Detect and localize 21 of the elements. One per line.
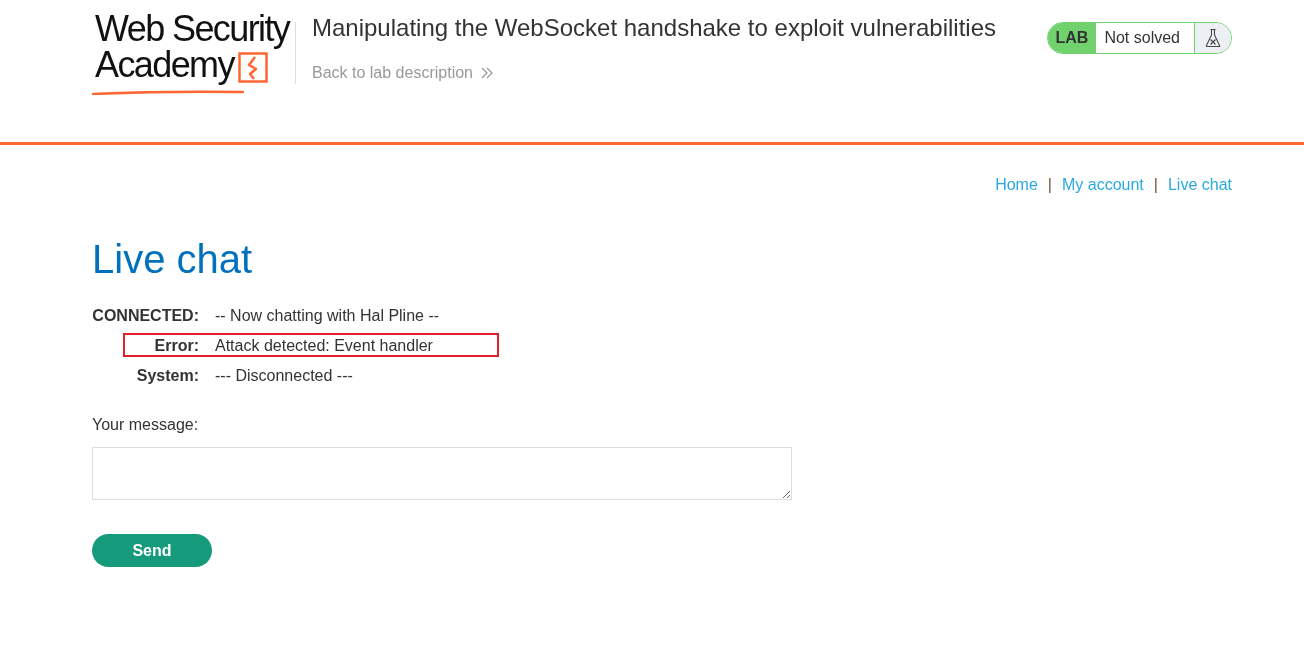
lightning-box-icon — [237, 52, 268, 83]
nav-link[interactable]: Home — [995, 173, 1038, 197]
chat-message: --- Disconnected --- — [215, 366, 353, 386]
chat-sender: Error: — [153, 336, 199, 356]
nav-separator: | — [1047, 175, 1052, 195]
nav-link[interactable]: Live chat — [1167, 173, 1232, 197]
chat-message: Attack detected: Event handler — [215, 336, 433, 356]
lab-title: Manipulating the WebSocket handshake to exploit vulnerabilities — [312, 13, 996, 43]
underline-stroke-icon — [92, 90, 244, 95]
nav-separator: | — [1153, 175, 1158, 195]
message-field[interactable] — [92, 447, 792, 500]
chat-sender: System: — [135, 366, 199, 386]
chat-sender: CONNECTED: — [92, 306, 199, 326]
send-button[interactable]: Send — [92, 534, 212, 567]
double-chevron-icon — [481, 67, 493, 79]
chat-message: -- Now chatting with Hal Pline -- — [215, 306, 440, 326]
nav-link[interactable]: My account — [1062, 173, 1144, 197]
page-title: Live chat — [92, 236, 254, 283]
back-to-lab-link[interactable]: Back to lab description — [312, 61, 493, 85]
lab-tag: LAB — [1047, 23, 1097, 53]
message-label: Your message: — [92, 415, 199, 435]
